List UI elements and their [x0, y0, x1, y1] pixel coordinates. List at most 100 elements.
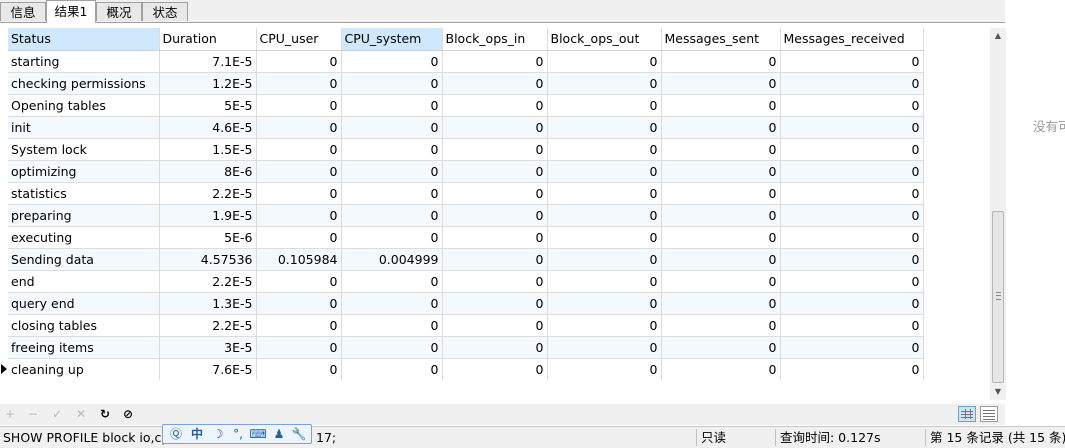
cell-block-ops-out[interactable]: 0: [547, 160, 662, 183]
cell-messages-sent[interactable]: 0: [661, 204, 781, 227]
cell-cpu-user[interactable]: 0: [256, 160, 342, 183]
cell-block-ops-in[interactable]: 0: [442, 182, 548, 205]
cell-status[interactable]: freeing items: [8, 336, 160, 359]
cell-block-ops-in[interactable]: 0: [442, 336, 548, 359]
scroll-up-icon[interactable]: ▲: [990, 28, 1006, 44]
ime-settings-icon[interactable]: 🔧: [290, 425, 308, 443]
cell-messages-received[interactable]: 0: [780, 160, 924, 183]
cell-cpu-user[interactable]: 0: [256, 292, 342, 315]
stop-icon[interactable]: ⊘: [118, 404, 138, 425]
cell-cpu-user[interactable]: 0: [256, 358, 342, 380]
cell-cpu-user[interactable]: 0: [256, 314, 342, 337]
table-row[interactable]: starting 7.1E-5 0 0 0 0 0 0: [8, 50, 924, 73]
cell-messages-received[interactable]: 0: [780, 358, 924, 380]
cell-duration[interactable]: 7.6E-5: [159, 358, 257, 380]
cell-messages-received[interactable]: 0: [780, 270, 924, 293]
tab-profile[interactable]: 概况: [96, 2, 142, 21]
cell-messages-sent[interactable]: 0: [661, 358, 781, 380]
cell-status[interactable]: end: [8, 270, 160, 293]
scroll-down-icon[interactable]: ▼: [990, 384, 1006, 400]
cell-messages-received[interactable]: 0: [780, 50, 924, 73]
cell-cpu-user[interactable]: 0: [256, 336, 342, 359]
discard-changes-icon[interactable]: ✕: [71, 404, 91, 425]
table-row[interactable]: query end 1.3E-5 0 0 0 0 0 0: [8, 292, 924, 315]
ime-halfwidth-icon[interactable]: ☽: [209, 425, 227, 443]
table-row[interactable]: optimizing 8E-6 0 0 0 0 0 0: [8, 160, 924, 183]
cell-block-ops-out[interactable]: 0: [547, 358, 662, 380]
cell-block-ops-in[interactable]: 0: [442, 226, 548, 249]
cell-duration[interactable]: 1.2E-5: [159, 72, 257, 95]
cell-status[interactable]: closing tables: [8, 314, 160, 337]
cell-status[interactable]: executing: [8, 226, 160, 249]
tab-status[interactable]: 状态: [142, 2, 188, 21]
cell-messages-received[interactable]: 0: [780, 138, 924, 161]
table-row[interactable]: System lock 1.5E-5 0 0 0 0 0 0: [8, 138, 924, 161]
cell-messages-sent[interactable]: 0: [661, 248, 781, 271]
table-row[interactable]: cleaning up 7.6E-5 0 0 0 0 0 0: [8, 358, 924, 380]
table-row[interactable]: Opening tables 5E-5 0 0 0 0 0 0: [8, 94, 924, 117]
cell-duration[interactable]: 7.1E-5: [159, 50, 257, 73]
cell-duration[interactable]: 5E-6: [159, 226, 257, 249]
table-row[interactable]: closing tables 2.2E-5 0 0 0 0 0 0: [8, 314, 924, 337]
cell-block-ops-in[interactable]: 0: [442, 72, 548, 95]
cell-messages-received[interactable]: 0: [780, 292, 924, 315]
cell-cpu-system[interactable]: 0: [341, 72, 443, 95]
cell-cpu-system[interactable]: 0: [341, 292, 443, 315]
result-grid[interactable]: Status Duration CPU_user CPU_system Bloc…: [0, 28, 990, 380]
cell-cpu-user[interactable]: 0.105984: [256, 248, 342, 271]
cell-status[interactable]: Opening tables: [8, 94, 160, 117]
cell-duration[interactable]: 3E-5: [159, 336, 257, 359]
cell-cpu-user[interactable]: 0: [256, 182, 342, 205]
cell-cpu-system[interactable]: 0: [341, 358, 443, 380]
cell-messages-sent[interactable]: 0: [661, 270, 781, 293]
cell-status[interactable]: starting: [8, 50, 160, 73]
cell-status[interactable]: checking permissions: [8, 72, 160, 95]
cell-block-ops-out[interactable]: 0: [547, 226, 662, 249]
cell-messages-received[interactable]: 0: [780, 72, 924, 95]
cell-status[interactable]: Sending data: [8, 248, 160, 271]
cell-block-ops-in[interactable]: 0: [442, 116, 548, 139]
cell-messages-sent[interactable]: 0: [661, 160, 781, 183]
ime-chinese-mode[interactable]: 中: [188, 425, 206, 443]
cell-duration[interactable]: 2.2E-5: [159, 182, 257, 205]
cell-status[interactable]: System lock: [8, 138, 160, 161]
cell-cpu-system[interactable]: 0: [341, 94, 443, 117]
cell-duration[interactable]: 8E-6: [159, 160, 257, 183]
cell-status[interactable]: init: [8, 116, 160, 139]
cell-cpu-user[interactable]: 0: [256, 138, 342, 161]
ime-logo-icon[interactable]: Ⓠ: [167, 425, 185, 443]
ime-punctuation-icon[interactable]: °,: [229, 425, 247, 443]
cell-status[interactable]: query end: [8, 292, 160, 315]
form-view-icon[interactable]: [980, 406, 998, 422]
cell-block-ops-in[interactable]: 0: [442, 138, 548, 161]
cell-messages-received[interactable]: 0: [780, 116, 924, 139]
cell-cpu-system[interactable]: 0.004999: [341, 248, 443, 271]
cell-messages-sent[interactable]: 0: [661, 226, 781, 249]
scrollbar-thumb[interactable]: [992, 211, 1004, 383]
column-header-messages-received[interactable]: Messages_received: [780, 28, 924, 51]
ime-keyboard-icon[interactable]: ⌨: [249, 425, 267, 443]
cell-block-ops-in[interactable]: 0: [442, 358, 548, 380]
column-header-cpu-system[interactable]: CPU_system: [341, 28, 443, 51]
cell-duration[interactable]: 4.6E-5: [159, 116, 257, 139]
cell-messages-sent[interactable]: 0: [661, 336, 781, 359]
cell-block-ops-in[interactable]: 0: [442, 204, 548, 227]
cell-messages-received[interactable]: 0: [780, 336, 924, 359]
cell-block-ops-out[interactable]: 0: [547, 94, 662, 117]
apply-changes-icon[interactable]: ✓: [47, 404, 67, 425]
table-row[interactable]: freeing items 3E-5 0 0 0 0 0 0: [8, 336, 924, 359]
vertical-scrollbar[interactable]: ▲ ▼: [990, 28, 1006, 400]
table-row[interactable]: preparing 1.9E-5 0 0 0 0 0 0: [8, 204, 924, 227]
tab-info[interactable]: 信息: [0, 2, 46, 21]
cell-duration[interactable]: 1.5E-5: [159, 138, 257, 161]
delete-record-icon[interactable]: −: [23, 404, 43, 425]
cell-cpu-user[interactable]: 0: [256, 50, 342, 73]
table-row[interactable]: statistics 2.2E-5 0 0 0 0 0 0: [8, 182, 924, 205]
cell-messages-received[interactable]: 0: [780, 248, 924, 271]
cell-messages-sent[interactable]: 0: [661, 50, 781, 73]
cell-duration[interactable]: 1.9E-5: [159, 204, 257, 227]
cell-cpu-system[interactable]: 0: [341, 270, 443, 293]
tab-result1[interactable]: 结果1: [46, 0, 96, 23]
cell-messages-sent[interactable]: 0: [661, 292, 781, 315]
cell-cpu-system[interactable]: 0: [341, 138, 443, 161]
